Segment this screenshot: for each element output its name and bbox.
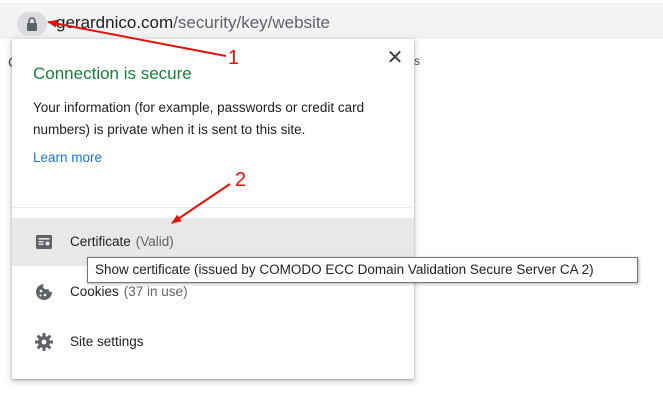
annotation-arrow-1 [47, 19, 227, 57]
annotation-label-2: 2 [235, 169, 247, 191]
annotation-label-1: 1 [228, 47, 240, 69]
annotation-arrow-2 [171, 183, 231, 224]
annotation-overlay [47, 19, 231, 224]
